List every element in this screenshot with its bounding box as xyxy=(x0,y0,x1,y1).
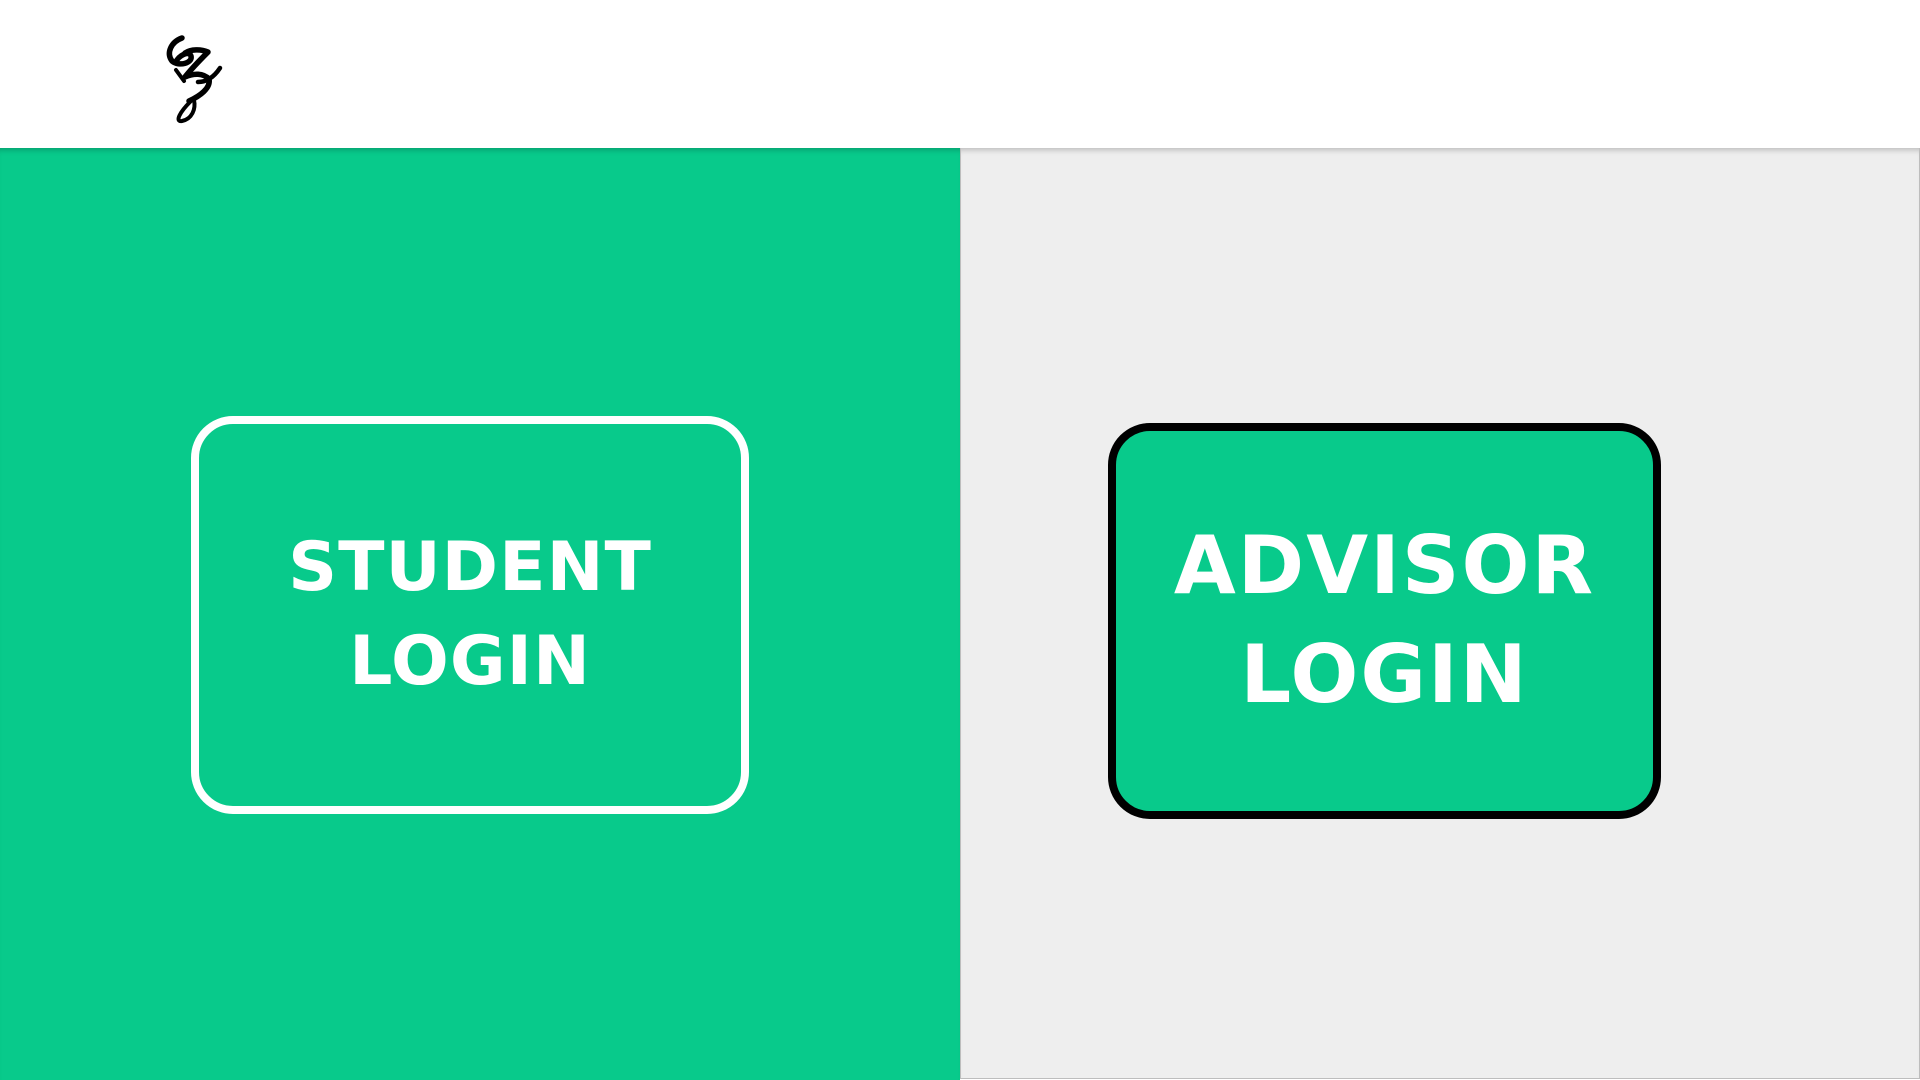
ez-script-logo-icon[interactable] xyxy=(158,22,224,126)
advisor-login-label: ADVISOR LOGIN xyxy=(1173,519,1596,721)
top-header xyxy=(0,0,1920,148)
student-login-panel: STUDENT LOGIN xyxy=(0,148,960,1080)
login-selection-main: STUDENT LOGIN ADVISOR LOGIN xyxy=(0,148,1920,1080)
advisor-login-button[interactable]: ADVISOR LOGIN xyxy=(1108,423,1661,819)
student-login-label: STUDENT LOGIN xyxy=(288,528,652,701)
student-login-button[interactable]: STUDENT LOGIN xyxy=(191,416,749,814)
